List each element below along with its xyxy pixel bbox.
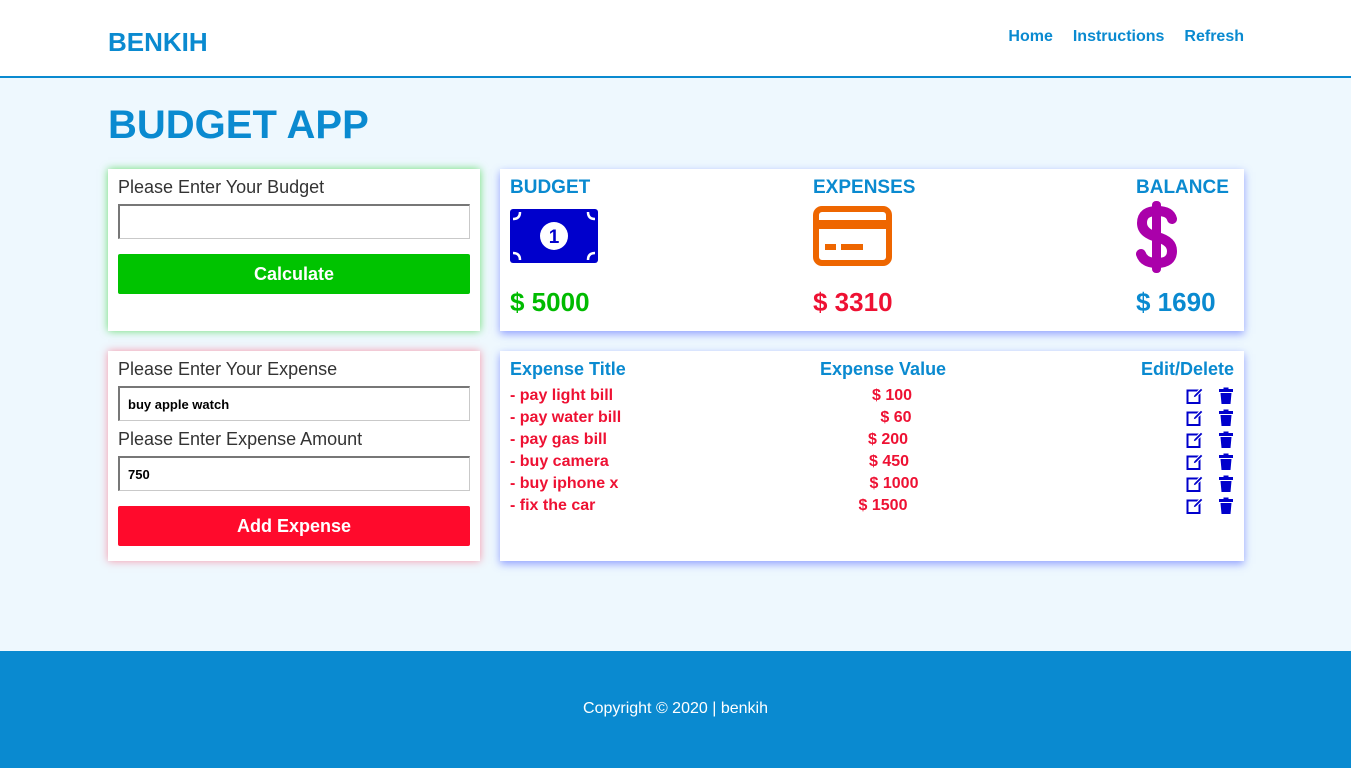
expense-row: - pay gas bill $ 200 <box>500 431 1244 453</box>
trash-icon[interactable] <box>1217 431 1235 449</box>
expense-row: - buy iphone x $ 1000 <box>500 475 1244 497</box>
footer: Copyright © 2020 | benkih <box>0 651 1351 768</box>
edit-icon[interactable] <box>1186 497 1204 515</box>
expense-row: - buy camera $ 450 <box>500 453 1244 475</box>
summary-card: BUDGET 1 $ 5000 EXPENSES $ 3310 BALANCE … <box>500 169 1244 331</box>
trash-icon[interactable] <box>1217 475 1235 493</box>
balance-amount: $ 1690 <box>1136 287 1216 317</box>
page-title: BUDGET APP <box>108 103 369 147</box>
expense-value: $ 1500 <box>858 497 908 514</box>
trash-icon[interactable] <box>1217 387 1235 405</box>
balance-heading: BALANCE <box>1136 177 1229 198</box>
svg-text:1: 1 <box>549 227 560 248</box>
budget-summary: BUDGET 1 $ 5000 <box>510 177 598 317</box>
nav-link-instructions[interactable]: Instructions <box>1073 28 1165 46</box>
nav-link-home[interactable]: Home <box>1008 28 1052 46</box>
expense-row: - pay water bill $ 60 <box>500 409 1244 431</box>
expense-title-input[interactable] <box>118 386 470 421</box>
edit-icon[interactable] <box>1186 409 1204 427</box>
trash-icon[interactable] <box>1217 453 1235 471</box>
trash-icon[interactable] <box>1217 497 1235 515</box>
budget-label: Please Enter Your Budget <box>118 177 325 197</box>
add-expense-button[interactable]: Add Expense <box>118 506 470 546</box>
expenses-heading: EXPENSES <box>813 177 916 198</box>
col-header-value: Expense Value <box>820 359 947 379</box>
expense-row: - fix the car $ 1500 <box>500 497 1244 519</box>
expenses-summary: EXPENSES $ 3310 <box>813 177 916 317</box>
expense-title: - buy iphone x <box>510 475 619 492</box>
edit-icon[interactable] <box>1186 387 1204 405</box>
expense-amount-input[interactable] <box>118 456 470 491</box>
expenses-amount: $ 3310 <box>813 287 893 317</box>
budget-amount: $ 5000 <box>510 287 590 317</box>
expense-row: - pay light bill $ 100 <box>500 387 1244 409</box>
expense-title: - pay light bill <box>510 387 614 404</box>
expense-title: - pay gas bill <box>510 431 607 448</box>
trash-icon[interactable] <box>1217 409 1235 427</box>
nav-links: Home Instructions Refresh <box>1008 28 1244 46</box>
expense-list: Expense Title Expense Value Edit/Delete … <box>500 351 1244 561</box>
top-navbar: BENKIH Home Instructions Refresh <box>0 0 1351 78</box>
expense-value: $ 200 <box>867 431 909 448</box>
expense-value: $ 1000 <box>869 475 919 492</box>
budget-input[interactable] <box>118 204 470 239</box>
credit-card-icon <box>813 206 892 271</box>
budget-form: Please Enter Your Budget Calculate <box>108 169 480 331</box>
calculate-button[interactable]: Calculate <box>118 254 470 294</box>
expense-value: $ 450 <box>868 453 910 470</box>
expense-title: - fix the car <box>510 497 596 514</box>
edit-icon[interactable] <box>1186 453 1204 471</box>
expense-title: - pay water bill <box>510 409 622 426</box>
dollar-sign-icon <box>1136 201 1178 278</box>
copyright-text: Copyright © 2020 | benkih <box>583 700 768 717</box>
col-header-title: Expense Title <box>510 359 626 379</box>
nav-link-refresh[interactable]: Refresh <box>1184 28 1244 46</box>
brand-logo[interactable]: BENKIH <box>108 27 208 58</box>
money-bill-icon: 1 <box>510 209 598 268</box>
expense-value: $ 100 <box>871 387 913 404</box>
col-header-actions: Edit/Delete <box>1141 359 1235 379</box>
budget-heading: BUDGET <box>510 177 591 198</box>
expense-value: $ 60 <box>880 409 912 426</box>
balance-summary: BALANCE $ 1690 <box>1136 177 1229 317</box>
edit-icon[interactable] <box>1186 431 1204 449</box>
edit-icon[interactable] <box>1186 475 1204 493</box>
expense-amount-label: Please Enter Expense Amount <box>118 429 363 449</box>
expense-title-label: Please Enter Your Expense <box>118 359 338 379</box>
expense-title: - buy camera <box>510 453 609 470</box>
expense-form: Please Enter Your Expense Please Enter E… <box>108 351 480 561</box>
